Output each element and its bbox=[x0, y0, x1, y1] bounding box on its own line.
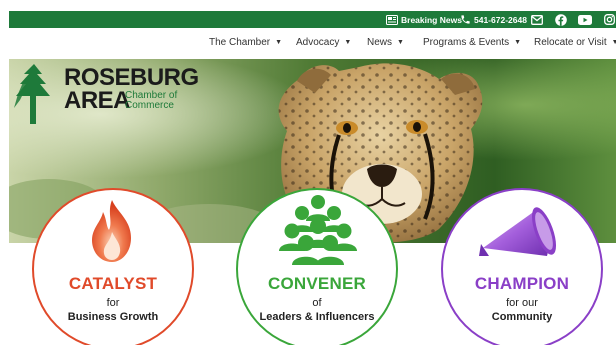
facebook-link[interactable] bbox=[555, 11, 567, 28]
phone-link[interactable]: 541-672-2648 bbox=[460, 11, 527, 28]
flame-icon bbox=[92, 200, 131, 262]
nav-item-label: Relocate or Visit bbox=[534, 37, 607, 48]
facebook-icon bbox=[555, 13, 567, 26]
catalyst-title: CATALYST bbox=[68, 274, 158, 293]
convener-line1: of bbox=[312, 297, 322, 309]
instagram-icon bbox=[604, 14, 615, 25]
chevron-down-icon: ▼ bbox=[344, 39, 352, 46]
people-group-icon bbox=[279, 195, 357, 265]
convener-card[interactable]: CONVENER of Leaders & Influencers bbox=[236, 188, 398, 345]
catalyst-card[interactable]: CATALYST for Business Growth bbox=[32, 188, 194, 345]
champion-line1: for our bbox=[506, 297, 538, 309]
logo-chamber-text: Chamber of Commerce bbox=[125, 91, 177, 111]
nav-item-relocate-or-visit[interactable]: Relocate or Visit ▼ bbox=[534, 37, 616, 48]
nav-item-advocacy[interactable]: Advocacy ▼ bbox=[296, 37, 351, 48]
chevron-down-icon: ▼ bbox=[397, 39, 404, 46]
champion-line2: Community bbox=[491, 311, 553, 323]
convener-line2: Leaders & Influencers bbox=[259, 311, 375, 323]
breaking-news-label: Breaking News bbox=[401, 14, 462, 25]
top-utility-bar: Breaking News 541-672-2648 bbox=[9, 11, 616, 28]
logo-area-text: AREA bbox=[64, 87, 131, 114]
catalyst-line1: for bbox=[106, 297, 120, 309]
champion-card[interactable]: CHAMPION for our Community bbox=[441, 188, 603, 345]
breaking-news-link[interactable]: Breaking News bbox=[386, 11, 462, 28]
mail-icon bbox=[531, 14, 543, 25]
logo-commerce-line: Commerce bbox=[125, 100, 174, 111]
pine-tree-logo-icon bbox=[14, 64, 50, 124]
mail-link[interactable] bbox=[531, 11, 543, 28]
chevron-down-icon: ▼ bbox=[611, 39, 616, 46]
nav-item-label: News bbox=[367, 37, 393, 48]
phone-number: 541-672-2648 bbox=[474, 14, 527, 25]
catalyst-line2: Business Growth bbox=[67, 311, 159, 323]
nav-item-the-chamber[interactable]: The Chamber ▼ bbox=[209, 37, 282, 48]
youtube-link[interactable] bbox=[578, 11, 592, 28]
convener-title: CONVENER bbox=[268, 274, 366, 293]
instagram-link[interactable] bbox=[604, 11, 615, 28]
youtube-icon bbox=[578, 14, 592, 25]
main-nav: The Chamber ▼ Advocacy ▼ News ▼ Programs & … bbox=[0, 30, 616, 56]
champion-title: CHAMPION bbox=[474, 274, 570, 293]
nav-item-news[interactable]: News ▼ bbox=[367, 37, 404, 48]
chevron-down-icon: ▼ bbox=[275, 39, 283, 46]
newspaper-icon bbox=[386, 14, 398, 25]
site-logo[interactable]: ROSEBURG AREA Chamber of Commerce bbox=[12, 64, 199, 134]
phone-icon bbox=[461, 15, 470, 24]
nav-item-programs-events[interactable]: Programs & Events ▼ bbox=[423, 37, 521, 48]
nav-item-label: Advocacy bbox=[296, 37, 340, 48]
nav-item-label: Programs & Events bbox=[423, 37, 510, 48]
nav-item-label: The Chamber bbox=[209, 37, 271, 48]
chevron-down-icon: ▼ bbox=[514, 39, 522, 46]
megaphone-icon bbox=[479, 207, 557, 256]
